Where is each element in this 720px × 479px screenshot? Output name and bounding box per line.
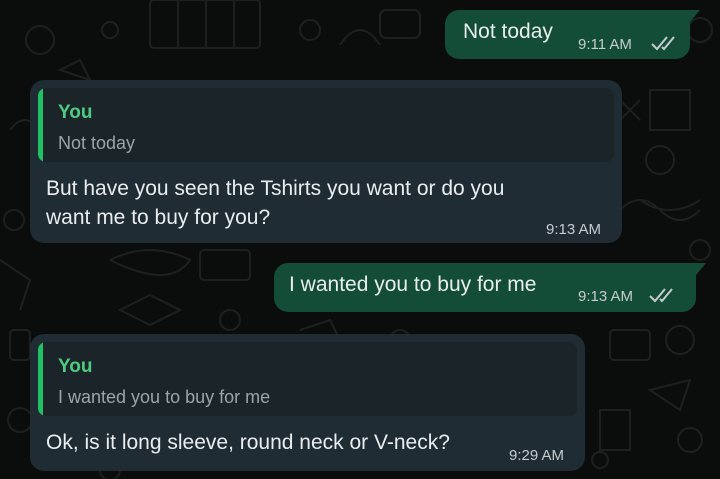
reply-text: Not today <box>58 133 136 153</box>
incoming-message-bubble[interactable]: You I wanted you to buy for me Ok, is it… <box>30 334 585 471</box>
reply-accent-bar <box>38 342 43 416</box>
message-time: 9:13 AM <box>546 221 602 238</box>
incoming-message-bubble[interactable]: You Not today But have you seen the Tshi… <box>30 80 622 243</box>
message-text: Not today <box>463 20 553 43</box>
reply-quote[interactable]: You Not today <box>38 88 614 162</box>
message-text: I wanted you to buy for me <box>289 273 537 296</box>
reply-author: You <box>58 102 93 123</box>
bubble-tail <box>696 263 706 275</box>
reply-text: I wanted you to buy for me <box>58 387 271 407</box>
bubble-tail <box>690 10 700 22</box>
reply-quote[interactable]: You I wanted you to buy for me <box>38 342 577 416</box>
double-check-icon <box>649 288 673 303</box>
message-time: 9:29 AM <box>509 447 565 464</box>
message-time: 9:11 AM <box>578 36 632 53</box>
message-text-line-2: want me to buy for you? <box>46 206 271 229</box>
reply-accent-bar <box>38 88 43 162</box>
message-text-line-1: But have you seen the Tshirts you want o… <box>46 177 505 200</box>
message-time: 9:13 AM <box>578 288 634 305</box>
double-check-icon <box>651 36 675 51</box>
outgoing-message-bubble[interactable]: I wanted you to buy for me 9:13 AM <box>274 263 696 312</box>
reply-author: You <box>58 356 93 377</box>
message-text: Ok, is it long sleeve, round neck or V-n… <box>46 431 450 454</box>
outgoing-message-bubble[interactable]: Not today 9:11 AM <box>445 10 690 59</box>
